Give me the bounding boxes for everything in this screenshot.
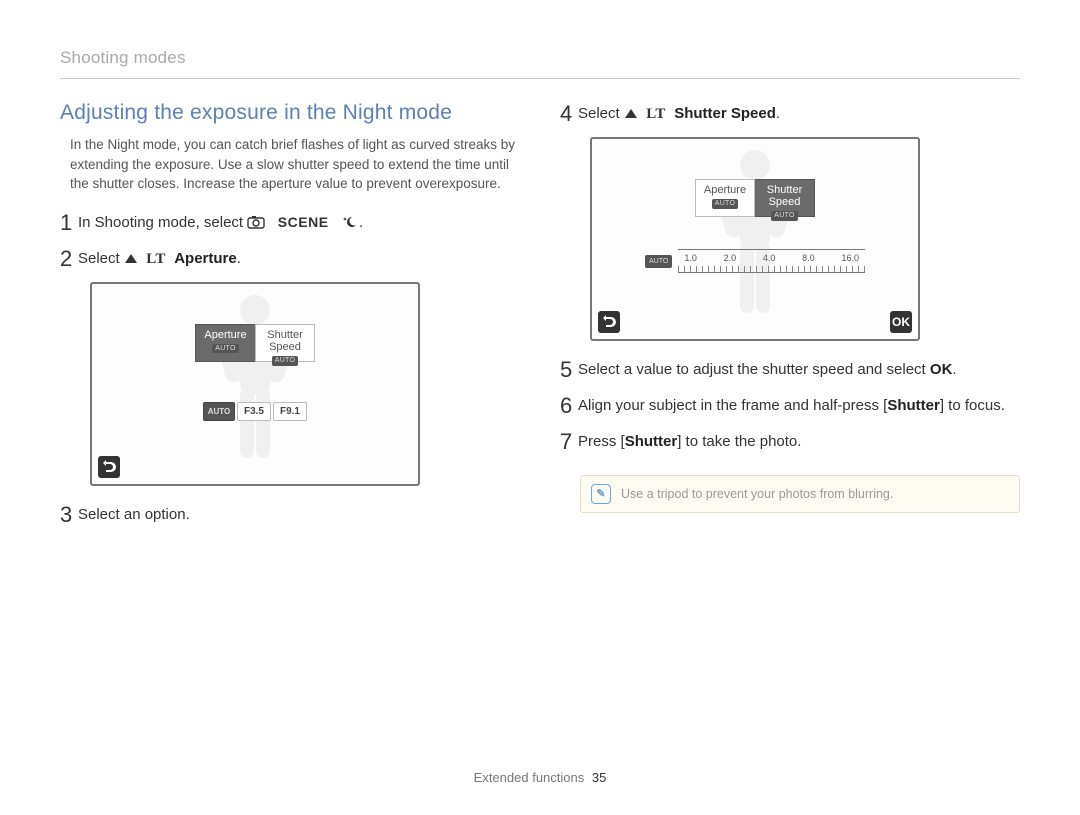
aperture-tab: Aperture AUTO xyxy=(195,324,255,362)
lt-label: LT xyxy=(146,251,166,267)
triangle-up-icon xyxy=(624,106,638,126)
step-3-text: Select an option. xyxy=(78,502,190,525)
page-number: 35 xyxy=(592,770,606,785)
ok-label: OK xyxy=(930,361,953,378)
person-silhouette-icon xyxy=(200,288,310,483)
value-auto-chip: AUTO xyxy=(203,402,235,421)
tick-label: 16.0 xyxy=(841,253,859,263)
step-7-text-a: Press [ xyxy=(578,433,625,450)
step-number: 7 xyxy=(560,429,578,455)
auto-chip: AUTO xyxy=(272,356,299,366)
triangle-up-icon xyxy=(124,251,138,271)
step-number: 6 xyxy=(560,393,578,419)
step-3: 3 Select an option. xyxy=(60,502,520,528)
step-4: 4 Select LT Shutter Speed. xyxy=(560,101,1020,127)
lt-label: LT xyxy=(646,106,666,122)
back-icon xyxy=(98,456,120,478)
aperture-tab: Aperture AUTO xyxy=(695,179,755,217)
step-number: 5 xyxy=(560,357,578,383)
night-star-moon-icon xyxy=(341,215,359,235)
scene-icon-label: SCENE xyxy=(278,214,329,230)
step-number: 1 xyxy=(60,210,78,236)
page-footer: Extended functions 35 xyxy=(0,770,1080,785)
shutter-speed-tab: Shutter Speed AUTO xyxy=(755,179,815,217)
tick-label: 1.0 xyxy=(684,253,697,263)
page-title: Adjusting the exposure in the Night mode xyxy=(60,101,520,125)
step-6: 6 Align your subject in the frame and ha… xyxy=(560,393,1020,419)
tick-label: 8.0 xyxy=(802,253,815,263)
step-6-text-a: Align your subject in the frame and half… xyxy=(578,397,887,414)
shutter-label: Shutter xyxy=(887,397,940,414)
camera-icon xyxy=(247,215,265,235)
auto-chip: AUTO xyxy=(212,344,239,354)
step-2-bold: Aperture xyxy=(174,250,237,267)
tick-label: 2.0 xyxy=(724,253,737,263)
step-4-text: Select xyxy=(578,105,620,122)
step-1-text: In Shooting mode, select xyxy=(78,214,243,231)
step-4-bold: Shutter Speed xyxy=(674,105,776,122)
intro-paragraph: In the Night mode, you can catch brief f… xyxy=(70,135,520,194)
step-7-text-c: ] to take the photo. xyxy=(677,433,801,450)
step-2-text: Select xyxy=(78,250,120,267)
aperture-value-1: F3.5 xyxy=(237,402,271,421)
scale-auto-chip: AUTO xyxy=(645,255,672,268)
auto-chip: AUTO xyxy=(771,211,798,221)
shutter-label: Shutter xyxy=(625,433,678,450)
shutter-speed-tab: Shutter Speed AUTO xyxy=(255,324,315,362)
step-5-text: Select a value to adjust the shutter spe… xyxy=(578,361,926,378)
footer-label: Extended functions xyxy=(474,770,585,785)
section-header: Shooting modes xyxy=(60,48,1020,79)
shutter-speed-screen-figure: Aperture AUTO Shutter Speed AUTO AUTO 1.… xyxy=(590,137,920,341)
step-1: 1 In Shooting mode, select SCENE . xyxy=(60,210,520,236)
ok-icon: OK xyxy=(890,311,912,333)
note-text: Use a tripod to prevent your photos from… xyxy=(621,487,893,501)
person-silhouette-icon xyxy=(700,143,810,338)
step-6-text-c: ] to focus. xyxy=(940,397,1005,414)
tick-label: 4.0 xyxy=(763,253,776,263)
step-2: 2 Select LT Aperture. xyxy=(60,246,520,272)
aperture-value-2: F9.1 xyxy=(273,402,307,421)
step-5: 5 Select a value to adjust the shutter s… xyxy=(560,357,1020,383)
step-7: 7 Press [Shutter] to take the photo. xyxy=(560,429,1020,455)
back-icon xyxy=(598,311,620,333)
shutter-scale: 1.0 2.0 4.0 8.0 16.0 xyxy=(678,249,865,273)
tip-note: ✎ Use a tripod to prevent your photos fr… xyxy=(580,475,1020,513)
aperture-screen-figure: Aperture AUTO Shutter Speed AUTO AUTO F3… xyxy=(90,282,420,486)
step-number: 3 xyxy=(60,502,78,528)
step-number: 4 xyxy=(560,101,578,127)
note-icon: ✎ xyxy=(591,484,611,504)
step-number: 2 xyxy=(60,246,78,272)
auto-chip: AUTO xyxy=(712,199,739,209)
